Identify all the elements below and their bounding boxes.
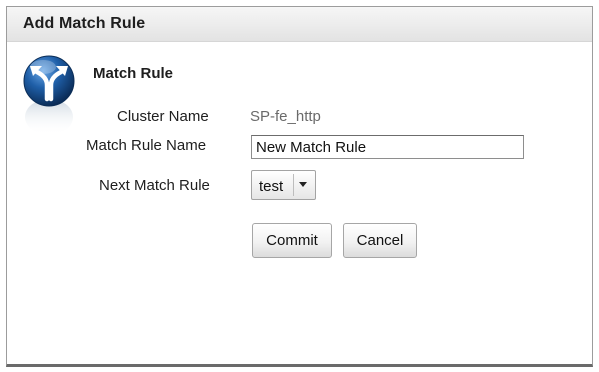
- cluster-name-label: Cluster Name: [117, 108, 209, 125]
- match-rule-name-label: Match Rule Name: [86, 137, 207, 154]
- fork-arrows-icon: [23, 55, 75, 135]
- add-match-rule-dialog: Add Match Rule Match Rule Cluster Name S…: [6, 6, 593, 367]
- dialog-titlebar: Add Match Rule: [7, 7, 592, 42]
- dialog-title: Add Match Rule: [23, 15, 146, 32]
- section-title: Match Rule: [93, 65, 174, 82]
- next-match-rule-label: Next Match Rule: [99, 177, 210, 194]
- select-divider: [293, 174, 294, 196]
- commit-button[interactable]: Commit: [252, 223, 332, 258]
- chevron-down-icon[interactable]: [299, 182, 307, 187]
- next-match-rule-selected-value: test: [259, 178, 284, 195]
- match-rule-name-field[interactable]: [251, 135, 524, 159]
- next-match-rule-select[interactable]: test: [251, 170, 316, 200]
- cancel-button[interactable]: Cancel: [343, 223, 417, 258]
- cluster-name-value: SP-fe_http: [250, 108, 321, 125]
